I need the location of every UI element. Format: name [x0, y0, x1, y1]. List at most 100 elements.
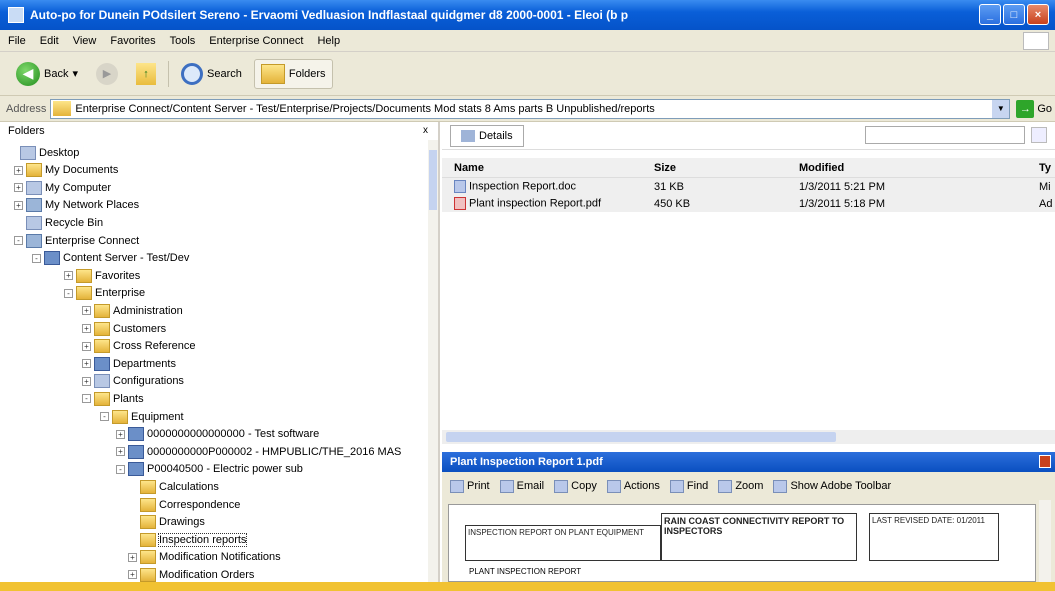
- doc-header-box: INSPECTION REPORT ON PLANT EQUIPMENT: [465, 525, 661, 561]
- file-row[interactable]: Plant inspection Report.pdf 450 KB 1/3/2…: [442, 195, 1055, 212]
- back-button[interactable]: ◀ Back ▾: [10, 59, 84, 89]
- tree-item[interactable]: Correspondence: [128, 496, 240, 513]
- up-folder-button[interactable]: ↑: [130, 59, 162, 89]
- tree-item[interactable]: + Customers: [82, 320, 166, 337]
- email-icon: [499, 479, 514, 493]
- print-button[interactable]: Print: [450, 479, 490, 493]
- preview-scrollbar[interactable]: [1039, 500, 1051, 582]
- zoom-button[interactable]: Zoom: [718, 479, 763, 493]
- tree-item[interactable]: + Administration: [82, 302, 183, 319]
- expand-icon[interactable]: +: [82, 306, 91, 316]
- back-arrow-icon: ◀: [16, 61, 40, 86]
- scrollbar-thumb[interactable]: [446, 432, 836, 442]
- copy-button[interactable]: Copy: [554, 479, 597, 493]
- expand-icon[interactable]: +: [64, 271, 73, 281]
- tree-item[interactable]: + Favorites: [64, 267, 140, 284]
- expand-icon[interactable]: +: [14, 200, 23, 210]
- expand-icon[interactable]: +: [82, 324, 91, 333]
- menu-favorites[interactable]: Favorites: [110, 35, 155, 47]
- file-row[interactable]: Inspection Report.doc 31 KB 1/3/2011 5:2…: [442, 178, 1055, 195]
- tree-item[interactable]: + My Network Places: [14, 197, 139, 214]
- chevron-down-icon[interactable]: ▾: [72, 67, 78, 80]
- actions-button[interactable]: Actions: [606, 479, 660, 493]
- tree-item-label: My Network Places: [45, 199, 140, 212]
- folder-icon: [94, 321, 110, 336]
- expand-icon[interactable]: +: [116, 429, 125, 439]
- search-go-icon[interactable]: [1031, 127, 1047, 143]
- tree-item[interactable]: Calculations: [128, 478, 219, 495]
- folders-panel-close-icon[interactable]: x: [423, 125, 428, 136]
- address-dropdown-icon[interactable]: ▼: [992, 99, 1010, 118]
- tree-item[interactable]: - P00040500 - Electric power sub: [116, 461, 303, 478]
- tree-item[interactable]: - Enterprise: [64, 285, 145, 302]
- tree-item[interactable]: Recycle Bin: [14, 214, 103, 231]
- tab-details[interactable]: Details: [450, 124, 524, 147]
- go-button[interactable]: → Go: [1016, 99, 1052, 118]
- tree-item-label: Modification Orders: [159, 568, 255, 581]
- column-type[interactable]: Ty: [1027, 162, 1055, 174]
- tree-item[interactable]: + My Documents: [14, 162, 118, 179]
- collapse-icon[interactable]: -: [64, 288, 73, 298]
- expand-icon[interactable]: +: [82, 341, 91, 351]
- collapse-icon[interactable]: -: [82, 394, 91, 404]
- tree-item[interactable]: + Departments: [82, 355, 176, 372]
- forward-button[interactable]: ▶: [90, 59, 124, 89]
- tree-item[interactable]: - Equipment: [100, 408, 184, 425]
- expand-icon[interactable]: +: [14, 183, 23, 193]
- file-list-horizontal-scrollbar[interactable]: [442, 430, 1055, 444]
- tree-item[interactable]: - Content Server - Test/Dev: [32, 250, 189, 267]
- tree-item[interactable]: Inspection reports: [128, 531, 248, 548]
- expand-icon[interactable]: +: [128, 552, 137, 562]
- expand-icon[interactable]: +: [82, 359, 91, 369]
- pdf-preview-document[interactable]: INSPECTION REPORT ON PLANT EQUIPMENT RAI…: [448, 504, 1036, 582]
- search-button[interactable]: Search: [175, 59, 248, 89]
- system-icon: [26, 180, 42, 195]
- tree-item[interactable]: + Configurations: [82, 373, 184, 390]
- show-adobe-toolbar-button[interactable]: Show Adobe Toolbar: [773, 479, 892, 493]
- tree-item-label: 0000000000000000 - Test software: [147, 428, 320, 441]
- folder-icon: [94, 391, 110, 406]
- file-type: Mi: [1039, 180, 1051, 193]
- menu-tools[interactable]: Tools: [170, 35, 196, 47]
- column-modified[interactable]: Modified: [787, 162, 1027, 174]
- close-button[interactable]: ×: [1027, 4, 1049, 25]
- tree-item[interactable]: +0000000000P000002 - HMPUBLIC/THE_2016 M…: [116, 443, 401, 460]
- tree-item[interactable]: - Enterprise Connect: [14, 232, 139, 249]
- folders-button[interactable]: Folders: [253, 58, 333, 89]
- tree-item[interactable]: + Modification Notifications: [128, 549, 281, 566]
- find-button[interactable]: Find: [669, 479, 708, 493]
- expand-icon[interactable]: +: [116, 447, 125, 457]
- tree-item[interactable]: + My Computer: [14, 179, 111, 196]
- tree-item[interactable]: Desktop: [8, 144, 79, 161]
- preview-close-icon[interactable]: [1039, 455, 1051, 468]
- maximize-button[interactable]: □: [1003, 4, 1025, 25]
- menu-file[interactable]: File: [8, 35, 26, 47]
- forward-arrow-icon: ▶: [96, 62, 118, 85]
- show-adobe-toolbar-label: Show Adobe Toolbar: [790, 480, 892, 492]
- menu-edit[interactable]: Edit: [40, 35, 59, 47]
- collapse-icon[interactable]: -: [100, 412, 109, 421]
- folders-scrollbar[interactable]: [428, 140, 438, 582]
- expand-icon[interactable]: +: [14, 165, 23, 175]
- menu-enterprise-connect[interactable]: Enterprise Connect: [209, 35, 303, 47]
- tree-item[interactable]: - Plants: [82, 390, 144, 407]
- tree-item[interactable]: + Modification Orders: [128, 566, 254, 583]
- menu-help[interactable]: Help: [317, 35, 340, 47]
- column-size[interactable]: Size: [642, 162, 787, 174]
- tree-item[interactable]: + Cross Reference: [82, 338, 196, 355]
- collapse-icon[interactable]: -: [116, 464, 125, 474]
- minimize-button[interactable]: _: [979, 4, 1001, 25]
- collapse-icon[interactable]: -: [32, 253, 41, 263]
- email-button[interactable]: Email: [499, 479, 544, 493]
- tree-item[interactable]: Drawings: [128, 514, 205, 531]
- menu-view[interactable]: View: [73, 35, 97, 47]
- expand-icon[interactable]: +: [128, 570, 137, 580]
- collapse-icon[interactable]: -: [14, 236, 23, 245]
- scrollbar-thumb[interactable]: [429, 150, 437, 210]
- expand-icon[interactable]: +: [82, 376, 91, 386]
- address-input[interactable]: Enterprise Connect/Content Server - Test…: [50, 98, 1011, 119]
- folder-icon: [76, 268, 92, 283]
- column-name[interactable]: Name: [442, 162, 642, 174]
- quick-search-input[interactable]: [865, 126, 1025, 144]
- tree-item[interactable]: +0000000000000000 - Test software: [116, 426, 319, 443]
